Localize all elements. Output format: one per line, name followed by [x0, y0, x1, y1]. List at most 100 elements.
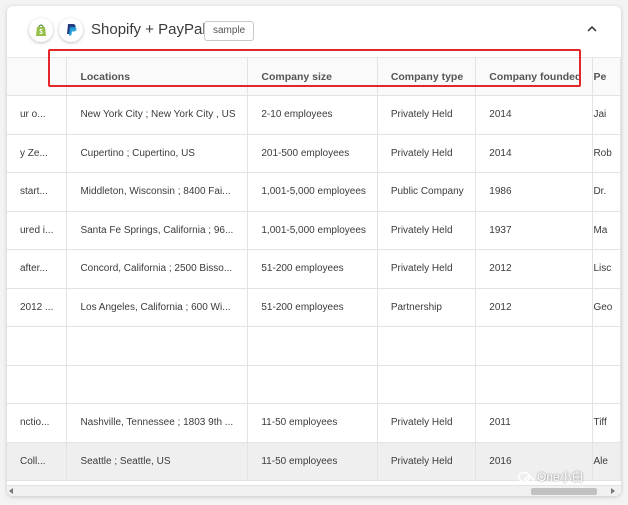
cell-company-type[interactable]: Privately Held [377, 211, 477, 250]
cell-next[interactable]: Ale [592, 442, 621, 481]
cell-previous[interactable]: start... [7, 172, 68, 212]
cell-company-size[interactable]: 2-10 employees [247, 95, 378, 135]
cell-company-founded[interactable]: 2011 [475, 403, 594, 443]
card-header[interactable]: Shopify + PayPal sample [7, 6, 621, 56]
cell-next[interactable] [592, 326, 621, 366]
cell-location[interactable]: Concord, California ; 2500 Bisso... [66, 249, 249, 289]
chevron-up-icon[interactable] [585, 22, 599, 36]
cell-next-text: Lisc [593, 263, 612, 275]
scrollbar-thumb[interactable] [531, 488, 597, 495]
cell-company-size[interactable] [247, 365, 378, 404]
cell-previous[interactable]: 2012 ... [7, 288, 68, 327]
column-header-company-size[interactable]: Company size [247, 58, 378, 96]
table-row[interactable]: ur o... New York City ; New York City , U… [7, 95, 621, 135]
cell-company-founded-text: 1937 [489, 224, 512, 236]
data-table: Locations Company size Company type Comp… [7, 58, 621, 481]
cell-company-type-text: Partnership [390, 301, 442, 313]
cell-company-type[interactable]: Partnership [377, 288, 477, 327]
cell-company-founded[interactable]: 1937 [475, 211, 594, 250]
table-row[interactable]: y Ze... Cupertino ; Cupertino, US 201-500 … [7, 134, 621, 173]
column-header-locations[interactable]: Locations [66, 58, 249, 96]
cell-company-size[interactable]: 1,001-5,000 employees [247, 172, 378, 212]
cell-previous[interactable]: nctio... [7, 403, 68, 443]
cell-next-text: Rob [593, 147, 612, 159]
cell-next[interactable]: Dr. [592, 172, 621, 212]
header-row: Locations Company size Company type Comp… [7, 58, 621, 96]
card-title: Shopify + PayPal [91, 21, 206, 38]
table-row[interactable]: nctio... Nashville, Tennessee ; 1803 9th … [7, 403, 621, 443]
cell-company-size[interactable]: 11-50 employees [247, 403, 378, 443]
cell-company-type[interactable]: Public Company [377, 172, 477, 212]
watermark: One小白 [517, 468, 584, 488]
cell-next-text: Ale [593, 455, 608, 467]
cell-company-size[interactable]: 201-500 employees [247, 134, 378, 173]
cell-company-size[interactable]: 11-50 employees [247, 442, 378, 481]
cell-company-type-text: Public Company [390, 186, 464, 198]
cell-next[interactable]: Rob [592, 134, 621, 173]
cell-company-founded[interactable]: 2012 [475, 288, 594, 327]
cell-previous[interactable]: after... [7, 249, 68, 289]
cell-location[interactable] [66, 365, 249, 404]
cell-company-founded-text: 2014 [489, 147, 512, 159]
cell-company-size[interactable]: 51-200 employees [247, 288, 378, 327]
column-header-previous[interactable] [7, 58, 68, 96]
cell-company-type-text: Privately Held [390, 263, 453, 275]
cell-location-text: Nashville, Tennessee ; 1803 9th ... [80, 417, 234, 429]
cell-previous[interactable]: ured i... [7, 211, 68, 250]
cell-company-founded-text: 2014 [489, 109, 512, 121]
cell-previous[interactable]: y Ze... [7, 134, 68, 173]
cell-next[interactable]: Lisc [592, 249, 621, 289]
cell-previous-text: start... [20, 186, 48, 198]
cell-company-size[interactable]: 51-200 employees [247, 249, 378, 289]
table-row[interactable]: start... Middleton, Wisconsin ; 8400 Fai.… [7, 172, 621, 212]
cell-company-founded[interactable] [475, 365, 594, 404]
cell-company-founded[interactable]: 2014 [475, 134, 594, 173]
cell-previous[interactable]: Coll... [7, 442, 68, 481]
watermark-text: One小白 [537, 470, 584, 484]
cell-location[interactable]: Nashville, Tennessee ; 1803 9th ... [66, 403, 249, 443]
cell-previous-text: y Ze... [20, 147, 48, 159]
data-grid[interactable]: Locations Company size Company type Comp… [7, 57, 621, 486]
cell-location[interactable]: Los Angeles, California ; 600 Wi... [66, 288, 249, 327]
cell-company-type[interactable]: Privately Held [377, 249, 477, 289]
table-row[interactable]: 2012 ... Los Angeles, California ; 600 Wi… [7, 288, 621, 327]
table-row[interactable]: ured i... Santa Fe Springs, California ; … [7, 211, 621, 250]
cell-previous-text: after... [20, 263, 48, 275]
column-header-next[interactable]: Pe [592, 58, 621, 96]
cell-location[interactable] [66, 326, 249, 366]
column-header-company-founded[interactable]: Company founded [475, 58, 594, 96]
cell-next[interactable]: Tiff [592, 403, 621, 443]
cell-company-type[interactable]: Privately Held [377, 403, 477, 443]
table-row[interactable] [7, 365, 621, 404]
column-header-company-type[interactable]: Company type [377, 58, 477, 96]
cell-company-founded[interactable]: 2012 [475, 249, 594, 289]
scroll-right-arrow-icon[interactable] [611, 488, 615, 494]
cell-previous[interactable]: ur o... [7, 95, 68, 135]
cell-company-type[interactable]: Privately Held [377, 442, 477, 481]
cell-location[interactable]: New York City ; New York City , US [66, 95, 249, 135]
cell-next[interactable]: Ma [592, 211, 621, 250]
cell-company-size[interactable]: 1,001-5,000 employees [247, 211, 378, 250]
cell-company-type[interactable]: Privately Held [377, 95, 477, 135]
cell-location[interactable]: Cupertino ; Cupertino, US [66, 134, 249, 173]
cell-company-founded[interactable]: 2014 [475, 95, 594, 135]
cell-location[interactable]: Santa Fe Springs, California ; 96... [66, 211, 249, 250]
cell-previous[interactable] [7, 326, 68, 366]
cell-next[interactable]: Geo [592, 288, 621, 327]
cell-location[interactable]: Middleton, Wisconsin ; 8400 Fai... [66, 172, 249, 212]
table-row[interactable] [7, 326, 621, 366]
cell-company-type[interactable] [377, 365, 477, 404]
cell-next[interactable]: Jai [592, 95, 621, 135]
cell-company-founded[interactable] [475, 326, 594, 366]
cell-next[interactable] [592, 365, 621, 404]
cell-company-founded[interactable]: 1986 [475, 172, 594, 212]
cell-location[interactable]: Seattle ; Seattle, US [66, 442, 249, 481]
cell-company-size[interactable] [247, 326, 378, 366]
scroll-left-arrow-icon[interactable] [9, 488, 13, 494]
cell-location-text: Cupertino ; Cupertino, US [80, 147, 195, 159]
cell-previous[interactable] [7, 365, 68, 404]
cell-previous-text: ur o... [20, 109, 46, 121]
table-row[interactable]: after... Concord, California ; 2500 Bisso… [7, 249, 621, 289]
cell-company-type[interactable] [377, 326, 477, 366]
cell-company-type[interactable]: Privately Held [377, 134, 477, 173]
